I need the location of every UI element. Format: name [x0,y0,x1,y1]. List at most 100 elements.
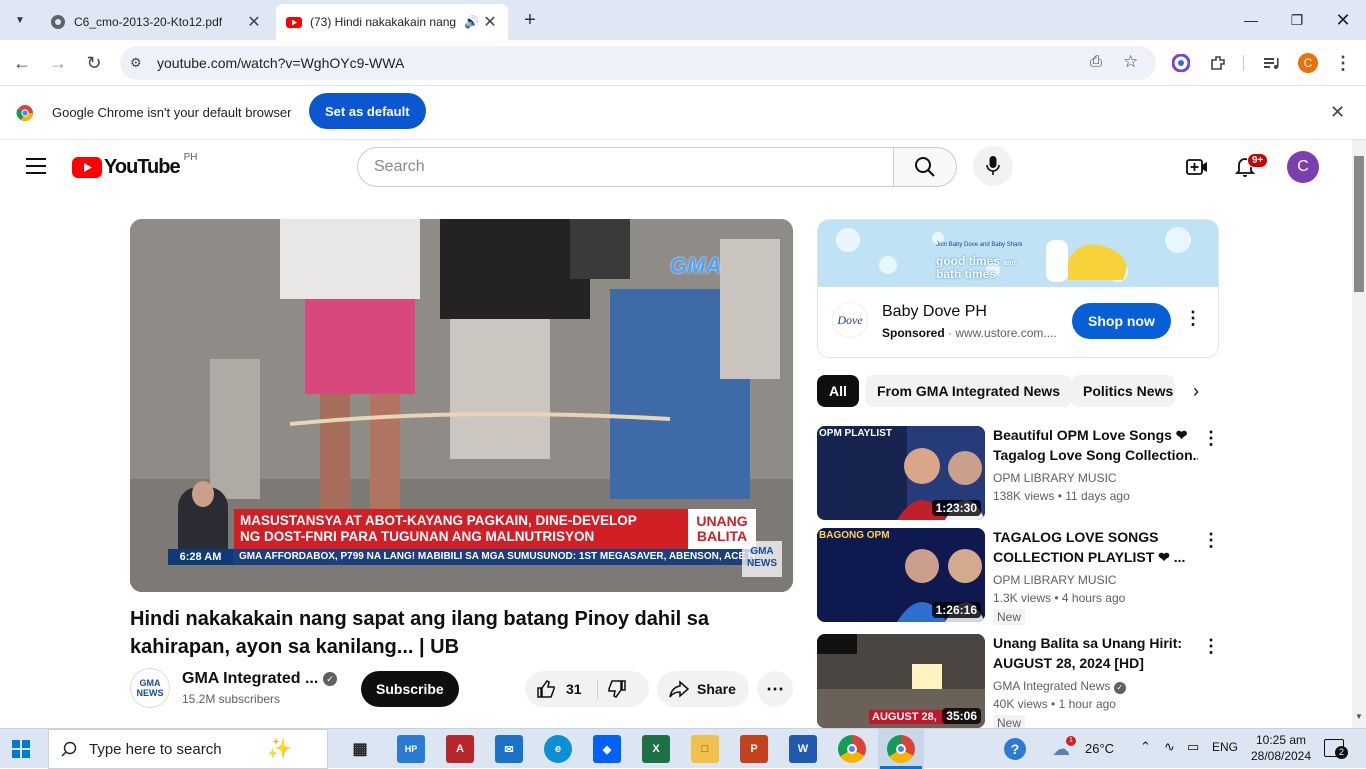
chrome-app-icon[interactable] [838,735,866,763]
install-app-icon[interactable]: ⎙ [1090,53,1102,70]
close-infobar-icon[interactable]: ✕ [1330,102,1345,123]
gma-news-badge: GMA NEWS [742,541,782,577]
recommendation-info[interactable]: Unang Balita sa Unang Hirit: AUGUST 28, … [993,633,1198,732]
close-tab-icon[interactable]: ✕ [482,12,498,32]
media-controls-icon[interactable] [1256,48,1286,78]
youtube-favicon-icon [286,14,302,30]
acrobat-app-icon[interactable]: A [446,735,474,763]
thumbnail-label: AUGUST 28, [869,710,949,724]
chrome-menu-icon[interactable]: ⋮ [1328,48,1358,78]
scrollbar-thumb[interactable] [1354,156,1364,292]
speaker-icon[interactable]: 🔊 [464,15,482,29]
taskbar-search-box[interactable]: Type here to search ✨ [48,729,328,769]
file-explorer-icon[interactable]: □ [691,735,719,763]
share-label: Share [697,681,736,697]
toolbar-divider [1243,55,1244,71]
chip-all[interactable]: All [817,375,859,407]
battery-icon[interactable]: ▭ [1187,739,1199,755]
bookmark-star-icon[interactable]: ☆ [1123,52,1138,72]
search-input[interactable]: Search [357,147,894,187]
edge-app-icon[interactable]: e [544,735,572,763]
infobar-message: Google Chrome isn't your default browser [52,105,292,120]
minimize-icon[interactable]: — [1228,0,1274,40]
video-player[interactable]: GMA MASUSTANSYA AT ABOT-KAYANG PAGKAIN, … [130,219,793,592]
close-window-icon[interactable]: ✕ [1320,0,1366,40]
subscribe-button[interactable]: Subscribe [361,671,459,707]
task-view-icon[interactable]: ▦ [346,735,374,763]
recommendation-info[interactable]: Beautiful OPM Love Songs ❤ Tagalog Love … [993,425,1198,505]
windows-start-icon[interactable] [12,740,30,763]
recommendation-thumbnail[interactable]: AUGUST 28, 35:06 [817,634,985,728]
page-scrollbar[interactable]: ▼ [1352,140,1366,728]
ad-headline-part2: bath times [936,267,997,281]
wifi-icon[interactable]: ∿ [1164,739,1175,755]
recommendation-info[interactable]: TAGALOG LOVE SONGS COLLECTION PLAYLIST ❤… [993,527,1198,626]
recommendation-menu-icon[interactable]: ⋮ [1202,636,1220,657]
forward-icon[interactable]: → [43,48,73,78]
weather-temp[interactable]: 26°C [1085,741,1114,756]
share-button[interactable]: Share [657,671,749,707]
chrome-profile-app-icon[interactable] [887,735,915,763]
chip-from-gma[interactable]: From GMA Integrated News [865,375,1073,407]
channel-name[interactable]: GMA Integrated ... [182,670,318,688]
region-code: PH [183,152,198,163]
new-tab-icon[interactable]: + [518,8,542,32]
ad-banner-small-text: Join Baby Dove and Baby Shark [936,242,1023,248]
ad-domain: www.ustore.com.... [955,326,1057,340]
chips-next-icon[interactable]: › [1176,375,1216,407]
news-headline-banner: MASUSTANSYA AT ABOT-KAYANG PAGKAIN, DINE… [234,509,688,549]
close-tab-icon[interactable]: ✕ [246,12,262,32]
set-default-button[interactable]: Set as default [309,93,426,129]
channel-avatar[interactable]: GMA NEWS [130,668,170,708]
youtube-logo[interactable]: YouTube PH [72,152,197,179]
extensions-puzzle-icon[interactable] [1203,48,1233,78]
recommendation-menu-icon[interactable]: ⋮ [1202,428,1220,449]
address-bar[interactable]: ⚙ youtube.com/watch?v=WghOYc9-WWA ⎙ ☆ [120,46,1156,80]
sponsored-ad-card[interactable]: Join Baby Dove and Baby Shark good times… [817,219,1219,358]
view-count: 40K views [993,697,1048,711]
notification-count-badge: 9+ [1247,153,1269,168]
view-count: 1.3K views [993,591,1052,605]
myhp-app-icon[interactable]: HP [397,735,425,763]
weather-badge: 1 [1066,736,1076,746]
site-info-icon[interactable]: ⚙ [130,55,142,71]
hamburger-menu-icon[interactable] [26,158,46,174]
account-avatar[interactable]: C [1287,151,1319,183]
create-video-icon[interactable] [1186,157,1208,182]
more-actions-icon[interactable]: ⋯ [757,671,793,707]
recommendation-thumbnail[interactable]: OPM PLAYLIST 1:23:30 [817,426,985,520]
advertiser-name[interactable]: Baby Dove PH [882,303,987,321]
tray-chevron-up-icon[interactable]: ⌃ [1140,739,1151,755]
dove-logo[interactable]: Dove [832,302,868,338]
extension-color-icon[interactable] [1166,48,1196,78]
ad-banner[interactable]: Join Baby Dove and Baby Shark good times… [818,220,1218,287]
help-icon[interactable]: ? [1004,738,1026,760]
scroll-down-arrow-icon[interactable]: ▼ [1355,712,1363,721]
video-title: Hindi nakakakain nang sapat ang ilang ba… [130,608,710,658]
recommendation-menu-icon[interactable]: ⋮ [1202,530,1220,551]
ad-menu-icon[interactable]: ⋮ [1184,308,1202,329]
tab-search-icon[interactable]: ▼ [8,8,32,32]
back-icon[interactable]: ← [7,48,37,78]
clock[interactable]: 10:25 am 28/08/2024 [1250,732,1312,764]
tab-pdf[interactable]: C6_cmo-2013-20-Kto12.pdf ✕ [40,4,272,40]
voice-search-button[interactable] [973,146,1013,186]
recommendation-thumbnail[interactable]: BAGONG OPM 1:26:16 [817,528,985,622]
profile-avatar[interactable]: C [1298,53,1318,73]
mail-app-icon[interactable]: ✉ [495,735,523,763]
restore-icon[interactable]: ❐ [1274,0,1320,40]
powerpoint-app-icon[interactable]: P [740,735,768,763]
like-button[interactable]: 31 [525,671,597,707]
reload-icon[interactable]: ↻ [79,48,109,78]
like-dislike-group: 31 [525,671,649,707]
shop-now-button[interactable]: Shop now [1072,303,1171,339]
chrome-logo-icon [16,104,34,125]
language-indicator[interactable]: ENG [1212,740,1238,754]
word-app-icon[interactable]: W [789,735,817,763]
tab-youtube[interactable]: (73) Hindi nakakakain nang 🔊 ✕ [276,4,508,40]
chip-politics-news[interactable]: Politics News [1071,375,1175,407]
excel-app-icon[interactable]: X [642,735,670,763]
dropbox-app-icon[interactable]: ◆ [593,735,621,763]
search-button[interactable] [893,147,957,187]
dislike-button[interactable] [607,679,627,704]
